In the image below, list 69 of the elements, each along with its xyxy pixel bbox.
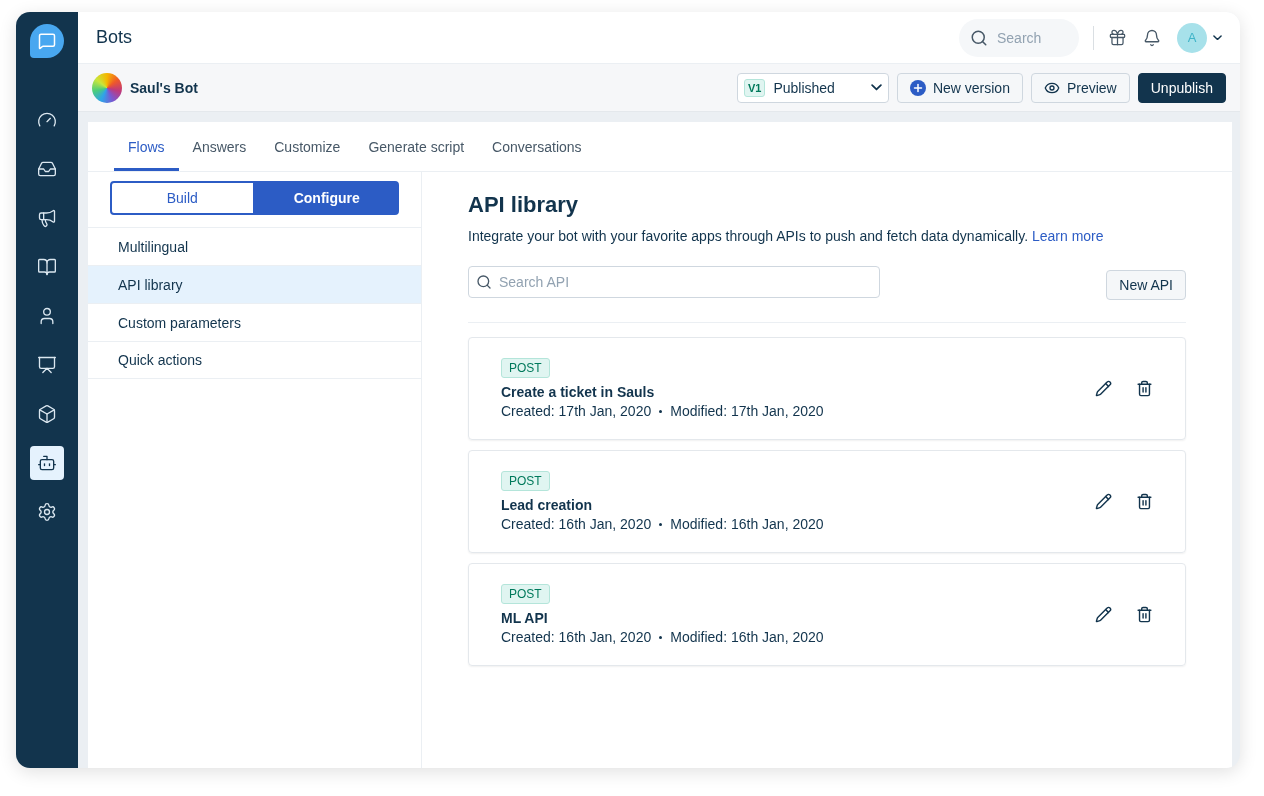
method-badge: POST	[501, 471, 550, 491]
chat-icon	[38, 32, 56, 50]
menu-item[interactable]: Quick actions	[88, 341, 421, 379]
created-date: Created: 16th Jan, 2020	[501, 629, 652, 645]
trash-icon	[1136, 606, 1153, 623]
tab[interactable]: Flows	[114, 122, 179, 171]
delete-button[interactable]	[1136, 380, 1153, 397]
plus-icon	[909, 79, 926, 96]
search-api-field[interactable]: Search API	[468, 266, 880, 298]
search-icon	[476, 274, 492, 290]
robot-icon	[37, 453, 57, 473]
caret-icon[interactable]	[1213, 34, 1222, 41]
method-badge: POST	[501, 358, 550, 378]
search-field[interactable]: Search	[959, 18, 1079, 57]
tab[interactable]: Answers	[178, 122, 261, 171]
mode-toggle-button[interactable]: Configure	[254, 181, 399, 215]
version-badge: V1	[743, 78, 766, 97]
section-description: Integrate your bot with your favorite apps through APIs to push and fetch data dynamically. Learn more	[468, 228, 1105, 244]
edit-button[interactable]	[1095, 493, 1112, 510]
megaphone-icon	[37, 208, 57, 228]
modified-date: Modified: 16th Jan, 2020	[670, 629, 824, 645]
pencil-icon	[1095, 380, 1112, 397]
settings-icon	[37, 502, 57, 522]
new-api-button[interactable]: New API	[1106, 270, 1186, 300]
separator-dot	[659, 635, 663, 639]
book-icon	[37, 257, 57, 277]
trash-icon	[1136, 380, 1153, 397]
api-name: Create a ticket in Sauls	[501, 384, 656, 400]
modified-date: Modified: 17th Jan, 2020	[670, 403, 824, 419]
preview-button[interactable]: Preview	[1030, 72, 1130, 103]
app-logo[interactable]	[30, 24, 64, 58]
delete-button[interactable]	[1136, 606, 1153, 623]
version-dropdown[interactable]: V1 Published	[736, 72, 889, 103]
created-date: Created: 17th Jan, 2020	[501, 403, 652, 419]
tab[interactable]: Generate script	[354, 122, 479, 171]
method-badge: POST	[501, 584, 550, 604]
separator-dot	[659, 522, 663, 526]
edit-button[interactable]	[1095, 606, 1112, 623]
cube-icon	[37, 404, 57, 424]
api-name: ML API	[501, 610, 549, 626]
learn-more-link[interactable]: Learn more	[1031, 228, 1104, 244]
notifications-button[interactable]	[1143, 28, 1161, 47]
created-date: Created: 16th Jan, 2020	[501, 516, 652, 532]
gift-button[interactable]	[1108, 28, 1127, 47]
pencil-icon	[1095, 606, 1112, 623]
api-name: Lead creation	[501, 497, 594, 513]
new-version-button[interactable]: New version	[896, 72, 1023, 103]
section-title: API library	[468, 192, 580, 218]
page-title: Bots	[96, 27, 134, 48]
modified-date: Modified: 16th Jan, 2020	[670, 516, 824, 532]
caret-icon	[870, 84, 882, 91]
inbox-icon	[37, 159, 57, 179]
bot-logo	[92, 72, 122, 103]
tab[interactable]: Conversations	[478, 122, 596, 171]
tab[interactable]: Customize	[260, 122, 355, 171]
bot-name: Saul's Bot	[130, 79, 199, 96]
chart-board-icon	[37, 355, 57, 375]
separator-dot	[659, 409, 663, 413]
pencil-icon	[1095, 493, 1112, 510]
mode-toggle-button[interactable]: Build	[110, 181, 255, 215]
bots-nav-button[interactable]	[30, 446, 64, 480]
search-icon	[970, 28, 988, 47]
trash-icon	[1136, 493, 1153, 510]
unpublish-button[interactable]: Unpublish	[1137, 72, 1226, 103]
delete-button[interactable]	[1136, 493, 1153, 510]
bell-icon	[1143, 28, 1161, 47]
menu-item[interactable]: API library	[88, 265, 421, 303]
gift-icon	[1108, 28, 1127, 47]
edit-button[interactable]	[1095, 380, 1112, 397]
